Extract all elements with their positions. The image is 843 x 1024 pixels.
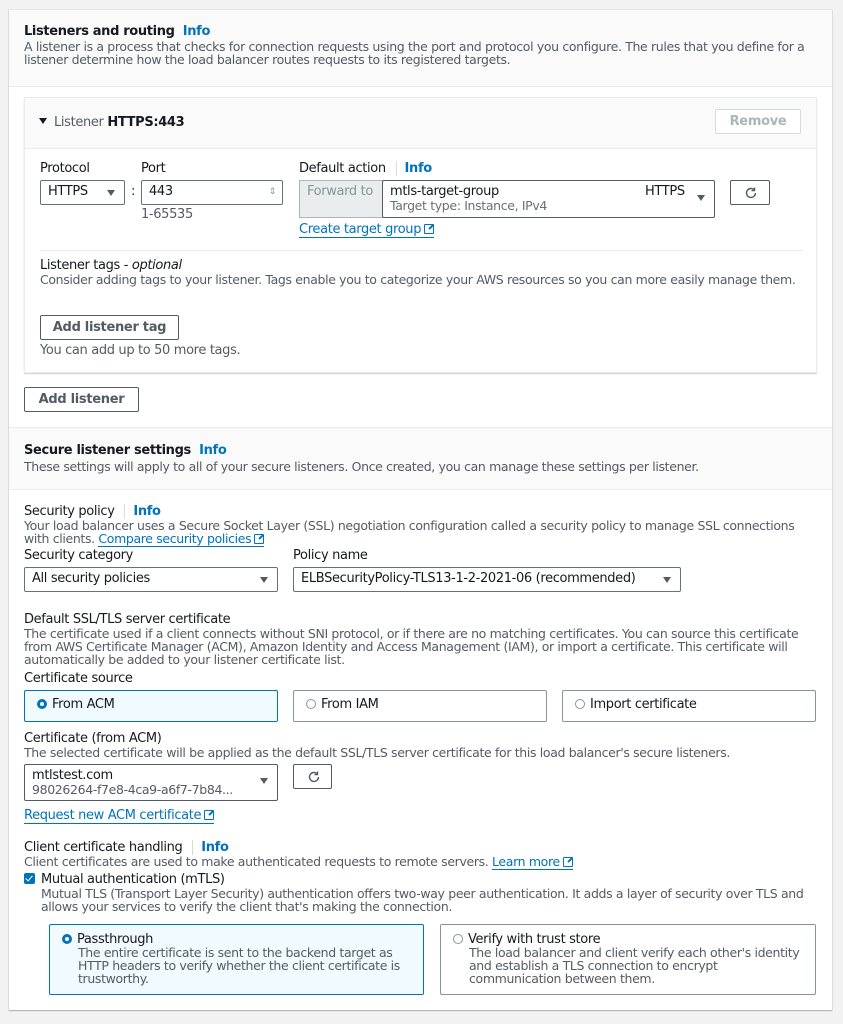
listener-card: Listener HTTPS:443 Remove Protocol HTTPS… <box>24 97 817 373</box>
section-title: Listeners and routing <box>24 24 175 39</box>
create-target-group-link[interactable]: Create target group <box>299 222 435 238</box>
dropdown-arrow-icon <box>260 778 268 784</box>
secure-listener-settings-header: Secure listener settings Info These sett… <box>9 427 832 490</box>
listener-name: HTTPS:443 <box>107 115 185 130</box>
port-label: Port <box>141 161 166 176</box>
protocol-label: Protocol <box>40 161 90 176</box>
radio-selected-icon <box>37 699 47 709</box>
dropdown-arrow-icon <box>260 577 268 583</box>
dropdown-arrow-icon <box>107 190 115 196</box>
default-cert-description: The certificate used if a client connect… <box>24 626 799 667</box>
target-group-select[interactable]: mtls-target-group Target type: Instance,… <box>382 180 715 218</box>
listeners-routing-header: Listeners and routing Info A listener is… <box>9 10 832 87</box>
remove-listener-button[interactable]: Remove <box>715 109 801 134</box>
info-link[interactable]: Info <box>199 443 227 458</box>
external-link-icon <box>254 534 265 544</box>
default-action-label: Default action <box>299 161 386 176</box>
external-link-icon <box>424 224 435 234</box>
certificate-source-label: Certificate source <box>24 671 133 686</box>
default-cert-label: Default SSL/TLS server certificate <box>24 612 231 627</box>
mtls-checkbox[interactable] <box>24 873 35 884</box>
radio-unselected-icon <box>575 699 585 709</box>
protocol-select[interactable]: HTTPS <box>40 180 125 205</box>
caret-down-icon <box>39 118 47 124</box>
divider <box>40 250 803 251</box>
info-link[interactable]: Info <box>124 504 161 519</box>
listener-tags-label: Listener tags - optional <box>40 258 182 273</box>
external-link-icon <box>562 857 573 867</box>
port-range-hint: 1-65535 <box>141 207 193 222</box>
tags-hint: You can add up to 50 more tags. <box>40 343 241 358</box>
radio-unselected-icon <box>306 699 316 709</box>
section-title: Secure listener settings <box>24 443 191 458</box>
mtls-description: Mutual TLS (Transport Layer Security) au… <box>41 886 804 914</box>
source-from-iam-tile[interactable]: From IAM <box>293 690 547 722</box>
certificate-id: 98026264-f7e8-4ca9-a6f7-7b84... <box>32 782 233 797</box>
stepper-icon[interactable]: ⇕ <box>269 181 277 203</box>
verify-trust-store-tile[interactable]: Verify with trust store The load balance… <box>440 924 816 995</box>
certificate-name: mtlstest.com <box>32 768 113 783</box>
listeners-panel: Listeners and routing Info A listener is… <box>9 10 832 1010</box>
info-link[interactable]: Info <box>395 161 432 176</box>
learn-more-link[interactable]: Learn more <box>492 854 573 870</box>
listener-expand-toggle[interactable]: Listener HTTPS:443 <box>39 115 185 130</box>
passthrough-tile[interactable]: Passthrough The entire certificate is se… <box>49 924 424 995</box>
refresh-certificates-button[interactable] <box>293 764 332 789</box>
request-acm-certificate-link[interactable]: Request new ACM certificate <box>24 808 215 824</box>
source-from-acm-tile[interactable]: From ACM <box>24 690 278 722</box>
add-listener-button[interactable]: Add listener <box>24 387 139 412</box>
section-description: These settings will apply to all of your… <box>24 459 699 474</box>
security-policy-label: Security policy <box>24 504 115 519</box>
security-category-select[interactable]: All security policies <box>24 567 278 592</box>
acm-certificate-select[interactable]: mtlstest.com 98026264-f7e8-4ca9-a6f7-7b8… <box>24 764 278 801</box>
policy-name-select[interactable]: ELBSecurityPolicy-TLS13-1-2-2021-06 (rec… <box>293 567 681 592</box>
mtls-label: Mutual authentication (mTLS) <box>41 872 225 887</box>
dropdown-arrow-icon <box>663 577 671 583</box>
info-link[interactable]: Info <box>183 24 211 39</box>
port-input[interactable]: 443 ⇕ <box>141 180 283 205</box>
client-cert-description: Client certificates are used to make aut… <box>24 854 489 869</box>
listener-tags-description: Consider adding tags to your listener. T… <box>40 272 796 287</box>
policy-name-label: Policy name <box>293 548 368 563</box>
radio-unselected-icon <box>453 934 463 944</box>
target-group-protocol: HTTPS <box>645 184 685 199</box>
radio-selected-icon <box>62 934 72 944</box>
refresh-target-groups-button[interactable] <box>730 180 770 205</box>
acm-certificate-label: Certificate (from ACM) <box>24 731 162 746</box>
target-group-detail: Target type: Instance, IPv4 <box>390 198 547 213</box>
compare-security-policies-link[interactable]: Compare security policies <box>98 531 265 547</box>
client-cert-label: Client certificate handling <box>24 840 183 855</box>
info-link[interactable]: Info <box>192 840 229 855</box>
dropdown-arrow-icon <box>697 195 705 201</box>
source-import-certificate-tile[interactable]: Import certificate <box>562 690 816 722</box>
section-description: A listener is a process that checks for … <box>24 39 805 67</box>
add-listener-tag-button[interactable]: Add listener tag <box>40 315 179 340</box>
refresh-icon <box>745 187 757 199</box>
acm-certificate-description: The selected certificate will be applied… <box>24 745 730 760</box>
forward-to-addon: Forward to <box>299 180 383 218</box>
external-link-icon <box>204 810 215 820</box>
refresh-icon <box>308 771 320 783</box>
security-category-label: Security category <box>24 548 134 563</box>
